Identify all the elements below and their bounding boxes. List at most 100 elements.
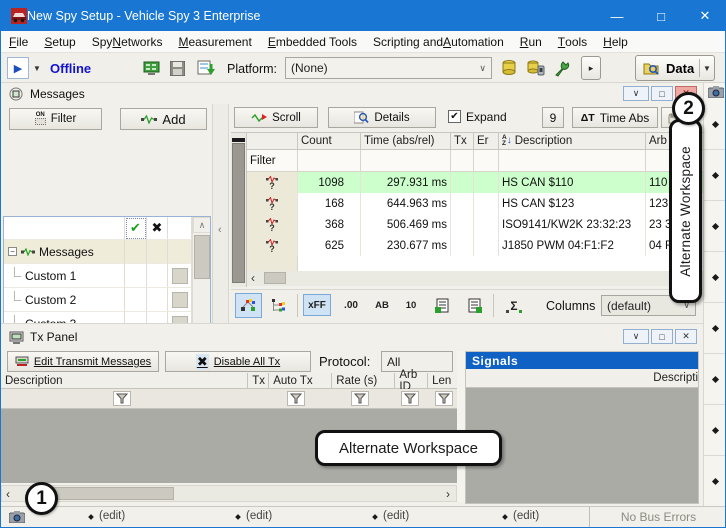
col-tx[interactable]: Tx <box>451 133 474 150</box>
dock-tab[interactable] <box>704 252 726 303</box>
filter-funnel-icon[interactable] <box>401 391 419 406</box>
view-mode-button[interactable] <box>235 293 262 318</box>
col-time[interactable]: Time (abs/rel) <box>361 133 451 150</box>
color-swatch[interactable] <box>172 268 188 284</box>
dock-tab[interactable] <box>704 99 726 150</box>
tx-panel-restore-button[interactable]: □ <box>651 329 673 344</box>
names-database2-button[interactable] <box>461 293 487 318</box>
menu-tools[interactable]: Tools <box>550 31 595 53</box>
menu-file[interactable]: File <box>1 31 36 53</box>
col-er[interactable]: Er <box>474 133 499 150</box>
filter-funnel-icon[interactable] <box>435 391 453 406</box>
numeric-format-button[interactable]: 9 <box>542 107 564 128</box>
grid-filter-row[interactable]: Filter <box>247 150 703 172</box>
go-online-button[interactable]: ▶ <box>7 57 29 79</box>
tx-signals-splitter[interactable] <box>457 351 465 502</box>
tree-uncheck-all-header[interactable]: ✖ <box>147 217 168 240</box>
message-row[interactable]: ? 368 506.469 ms ISO9141/KW2K 23:32:23 2… <box>247 214 703 235</box>
database-button[interactable] <box>497 56 521 80</box>
message-row[interactable]: ? 1098 297.931 ms HS CAN $110 110 <box>247 172 703 193</box>
ascii-format-button[interactable]: AB <box>369 294 395 316</box>
maximize-button[interactable]: □ <box>639 1 683 31</box>
message-row[interactable]: ? 625 230.677 ms J1850 PWM 04:F1:F2 04 F <box>247 235 703 256</box>
status-edit-2[interactable]: (edit) <box>236 510 272 522</box>
menu-spy-networks[interactable]: Spy Networks <box>84 31 171 53</box>
dock-tab[interactable] <box>704 456 726 506</box>
col-icon[interactable] <box>247 133 298 150</box>
time-abs-button[interactable]: ΔT Time Abs <box>572 107 658 128</box>
scroll-left-icon[interactable]: ‹ <box>251 271 255 285</box>
capture-setup-button[interactable] <box>139 56 163 80</box>
tx-col-tx[interactable]: Tx <box>248 373 269 389</box>
scroll-left-icon[interactable]: ‹ <box>6 487 10 501</box>
signals-column-header[interactable]: Descripti <box>466 369 698 388</box>
filter-funnel-icon[interactable] <box>287 391 305 406</box>
status-edit-3[interactable]: (edit) <box>373 510 409 522</box>
hardware-setup-button[interactable] <box>550 56 574 80</box>
scroll-button[interactable]: Scroll <box>234 107 318 128</box>
alternate-workspace-tab[interactable]: Alternate Workspace <box>669 119 702 303</box>
database-device-button[interactable] <box>523 56 549 80</box>
tx-panel-tab[interactable]: Tx Panel <box>9 330 77 344</box>
scroll-up-icon[interactable]: ∧ <box>193 217 211 233</box>
expand-toolbar-button[interactable]: ▸ <box>581 56 601 80</box>
grid-left-scrollbar[interactable] <box>231 133 247 287</box>
menu-scripting-automation[interactable]: Scripting and Automation <box>365 31 512 53</box>
add-button[interactable]: Add <box>120 108 207 130</box>
platform-select[interactable]: (None)∨ <box>285 57 492 79</box>
tx-col-len[interactable]: Len <box>428 373 457 389</box>
menu-help[interactable]: Help <box>595 31 636 53</box>
data-dropdown[interactable]: ▼ <box>699 59 714 77</box>
scroll-right-icon[interactable]: › <box>446 487 450 501</box>
filter-funnel-icon[interactable] <box>351 391 369 406</box>
close-button[interactable]: ✕ <box>683 1 726 31</box>
messages-panel-restore-button[interactable]: □ <box>651 86 673 101</box>
tx-panel-close-button[interactable]: ✕ <box>675 329 697 344</box>
tx-hscrollbar[interactable]: ‹ › <box>1 485 457 502</box>
go-online-dropdown[interactable]: ▼ <box>30 57 44 79</box>
minimize-button[interactable]: — <box>595 1 639 31</box>
tx-col-autotx[interactable]: Auto Tx <box>269 373 332 389</box>
menu-measurement[interactable]: Measurement <box>170 31 259 53</box>
disable-all-tx-button[interactable]: ✖ Disable All Tx <box>165 351 311 372</box>
panel-splitter[interactable]: ‹ <box>212 104 229 323</box>
hex-format-button[interactable]: xFF <box>303 294 331 316</box>
filter-funnel-icon[interactable] <box>113 391 131 406</box>
tree-check-all-header[interactable]: ✔ <box>125 217 147 240</box>
title-bar[interactable]: New Spy Setup - Vehicle Spy 3 Enterprise… <box>1 1 726 31</box>
binary-format-button[interactable]: 10 <box>399 294 423 316</box>
tree-row-custom2[interactable]: Custom 2 <box>4 288 210 312</box>
grid-hscrollbar[interactable]: ‹ <box>247 271 703 286</box>
dock-tab[interactable] <box>704 201 726 252</box>
status-edit-1[interactable]: (edit) <box>89 510 125 522</box>
dock-tab[interactable] <box>704 405 726 456</box>
color-swatch[interactable] <box>172 292 188 308</box>
tx-col-rate[interactable]: Rate (s) <box>332 373 395 389</box>
collapse-left-icon[interactable]: ‹ <box>218 224 222 236</box>
save-button[interactable] <box>165 56 189 80</box>
dock-tab[interactable] <box>704 150 726 201</box>
tx-col-description[interactable]: Description <box>1 373 248 389</box>
details-button[interactable]: Details <box>328 107 436 128</box>
tx-panel-menu-button[interactable]: ∨ <box>623 329 649 344</box>
data-button[interactable]: Data ▼ <box>635 55 715 81</box>
decimal-format-button[interactable]: .00 <box>337 294 365 316</box>
names-database-button[interactable] <box>429 293 455 318</box>
menu-run[interactable]: Run <box>512 31 550 53</box>
col-count[interactable]: Count <box>298 133 361 150</box>
col-description[interactable]: AZ↓ Description <box>499 133 646 150</box>
message-row[interactable]: ? 168 644.963 ms HS CAN $123 123 <box>247 193 703 214</box>
messages-panel-menu-button[interactable]: ∨ <box>623 86 649 101</box>
collapse-icon[interactable]: − <box>8 247 17 256</box>
tx-col-arbid[interactable]: Arb ID <box>395 373 428 389</box>
edit-transmit-button[interactable]: Edit Transmit Messages <box>7 351 159 372</box>
totals-button[interactable]: Σ <box>501 293 527 318</box>
expand-checkbox[interactable]: ✔ <box>448 110 461 123</box>
menu-setup[interactable]: Setup <box>36 31 83 53</box>
tree-row-messages[interactable]: − Messages <box>4 240 210 264</box>
filter-button[interactable]: ON Filter <box>9 108 102 130</box>
dock-tab[interactable] <box>704 354 726 405</box>
open-setup-button[interactable] <box>193 56 219 80</box>
messages-panel-tab[interactable]: Messages <box>9 87 85 101</box>
dock-tab[interactable] <box>704 303 726 354</box>
